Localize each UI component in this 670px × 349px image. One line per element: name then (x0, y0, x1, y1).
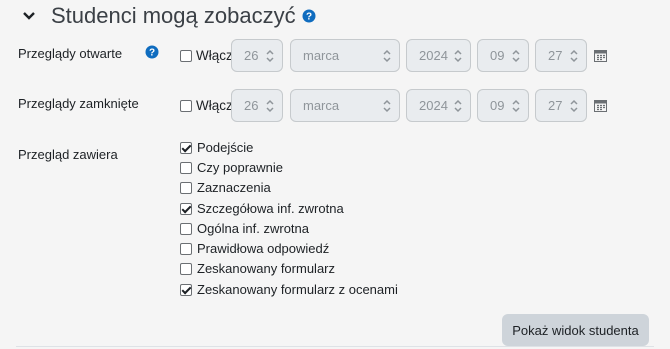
checkbox[interactable] (180, 181, 192, 194)
select-value: marca (303, 48, 340, 63)
option-label: Prawidłowa odpowiedź (197, 241, 330, 256)
updown-caret-icon (266, 49, 274, 63)
calendar-icon[interactable] (594, 99, 607, 112)
option-label: Zaznaczenia (197, 180, 271, 195)
option-correctness[interactable]: Czy poprawnie (180, 160, 283, 175)
checkbox[interactable] (180, 262, 192, 275)
open-day-select[interactable]: 26 (231, 39, 283, 72)
closed-enable-checkbox[interactable]: Włącz (180, 98, 233, 113)
option-marks[interactable]: Zaznaczenia (180, 180, 271, 195)
closed-minute-select[interactable]: 27 (535, 89, 587, 122)
section-title: Studenci mogą zobaczyć (51, 3, 296, 28)
checkbox[interactable] (180, 99, 192, 112)
divider (16, 346, 654, 347)
select-value: 26 (244, 48, 259, 63)
section-header[interactable]: Studenci mogą zobaczyć ? (22, 3, 316, 29)
enable-label: Włącz (196, 48, 233, 63)
option-general-feedback[interactable]: Ogólna inf. zwrotna (180, 221, 309, 236)
checkbox[interactable] (180, 49, 192, 62)
option-label: Ogólna inf. zwrotna (197, 221, 310, 236)
chevron-down-icon[interactable] (22, 9, 36, 23)
help-icon[interactable]: ? (145, 45, 159, 59)
option-label: Podejście (197, 140, 254, 155)
open-enable-checkbox[interactable]: Włącz (180, 48, 233, 63)
updown-caret-icon (266, 99, 274, 113)
open-year-select[interactable]: 2024 (406, 39, 471, 72)
option-scanned-form-graded[interactable]: Zeskanowany formularz z ocenami (180, 282, 398, 297)
open-review-label: Przeglądy otwarte (18, 46, 123, 61)
checkbox[interactable] (180, 222, 192, 235)
help-icon[interactable]: ? (302, 9, 316, 23)
updown-caret-icon (512, 49, 520, 63)
review-contents-label: Przegląd zawiera (18, 147, 118, 162)
closed-review-label: Przeglądy zamknięte (18, 96, 139, 111)
option-specific-feedback[interactable]: Szczegółowa inf. zwrotna (180, 201, 344, 216)
calendar-icon[interactable] (594, 49, 607, 62)
checkbox[interactable] (180, 202, 192, 215)
option-scanned-form[interactable]: Zeskanowany formularz (180, 261, 335, 276)
checkbox[interactable] (180, 141, 192, 154)
updown-caret-icon (454, 49, 462, 63)
option-attempt[interactable]: Podejście (180, 140, 253, 155)
option-label: Zeskanowany formularz (197, 261, 335, 276)
open-minute-select[interactable]: 27 (535, 39, 587, 72)
checkbox[interactable] (180, 242, 192, 255)
select-value: 09 (490, 48, 505, 63)
checkbox[interactable] (180, 161, 192, 174)
select-value: 26 (244, 98, 259, 113)
select-value: 27 (548, 98, 563, 113)
option-label: Czy poprawnie (197, 160, 283, 175)
show-student-view-button[interactable]: Pokaż widok studenta (502, 314, 649, 346)
select-value: 27 (548, 48, 563, 63)
open-month-select[interactable]: marca (290, 39, 400, 72)
updown-caret-icon (383, 49, 391, 63)
updown-caret-icon (454, 99, 462, 113)
closed-month-select[interactable]: marca (290, 89, 400, 122)
closed-hour-select[interactable]: 09 (477, 89, 529, 122)
select-value: 09 (490, 98, 505, 113)
updown-caret-icon (570, 49, 578, 63)
svg-text:?: ? (306, 12, 312, 23)
enable-label: Włącz (196, 98, 233, 113)
select-value: 2024 (419, 48, 448, 63)
option-right-answer[interactable]: Prawidłowa odpowiedź (180, 241, 329, 256)
select-value: 2024 (419, 98, 448, 113)
updown-caret-icon (570, 99, 578, 113)
updown-caret-icon (512, 99, 520, 113)
closed-year-select[interactable]: 2024 (406, 89, 471, 122)
updown-caret-icon (383, 99, 391, 113)
svg-text:?: ? (149, 48, 155, 59)
option-label: Szczegółowa inf. zwrotna (197, 201, 344, 216)
checkbox[interactable] (180, 283, 192, 296)
select-value: marca (303, 98, 340, 113)
open-hour-select[interactable]: 09 (477, 39, 529, 72)
closed-day-select[interactable]: 26 (231, 89, 283, 122)
option-label: Zeskanowany formularz z ocenami (197, 282, 398, 297)
